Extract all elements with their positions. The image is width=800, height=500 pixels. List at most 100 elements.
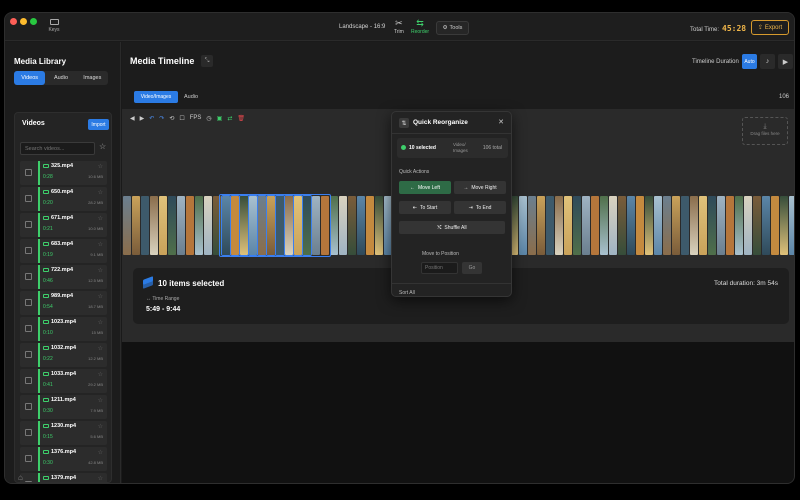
favorite-star-icon[interactable]: ☆: [98, 189, 103, 196]
favorite-star-icon[interactable]: ☆: [98, 319, 103, 326]
timeline-thumbnail[interactable]: [366, 196, 374, 255]
timeline-thumbnail[interactable]: [663, 196, 671, 255]
shuffle-all-button[interactable]: ⤭ Shuffle All: [399, 221, 505, 234]
timeline-thumbnail[interactable]: [699, 196, 707, 255]
timeline-thumbnail[interactable]: [168, 196, 176, 255]
timeline-thumbnail[interactable]: [708, 196, 716, 255]
trim-button[interactable]: ✂ Trim: [394, 19, 404, 36]
select-checkbox[interactable]: [25, 325, 32, 332]
auto-duration-button[interactable]: Auto: [742, 54, 757, 69]
video-list-item[interactable]: 1023.mp4 0:10 15 MB ☆: [20, 317, 107, 341]
select-checkbox[interactable]: [25, 195, 32, 202]
position-input[interactable]: [421, 262, 458, 274]
video-list-item[interactable]: 1032.mp4 0:22 12.2 MB ☆: [20, 343, 107, 367]
timeline-thumbnail[interactable]: [609, 196, 617, 255]
zoom-window-button[interactable]: [30, 18, 37, 25]
timeline-thumbnail[interactable]: [591, 196, 599, 255]
loop-icon[interactable]: ⟲: [169, 115, 174, 122]
select-checkbox[interactable]: [25, 299, 32, 306]
sort-all-label[interactable]: Sort All: [399, 290, 415, 296]
timeline-thumbnail[interactable]: [681, 196, 689, 255]
select-checkbox-icon[interactable]: ☐: [179, 115, 184, 122]
timeline-thumbnail[interactable]: [780, 196, 788, 255]
select-checkbox[interactable]: [25, 247, 32, 254]
timeline-thumbnail[interactable]: [195, 196, 203, 255]
timeline-thumbnail[interactable]: [753, 196, 761, 255]
select-checkbox[interactable]: [25, 429, 32, 436]
fps-label[interactable]: FPS: [190, 115, 202, 121]
favorite-star-icon[interactable]: ☆: [98, 267, 103, 274]
favorite-star-icon[interactable]: ☆: [98, 293, 103, 300]
to-start-button[interactable]: ⇤ To Start: [399, 201, 451, 214]
favorite-star-icon[interactable]: ☆: [98, 449, 103, 456]
favorite-star-icon[interactable]: ☆: [98, 241, 103, 248]
tab-audio[interactable]: Audio: [45, 71, 76, 85]
previous-icon[interactable]: ◀: [130, 115, 135, 122]
timeline-thumbnail[interactable]: [789, 196, 794, 255]
music-note-icon[interactable]: ♪: [760, 54, 775, 69]
timeline-thumbnail[interactable]: [735, 196, 743, 255]
timeline-thumbnail[interactable]: [564, 196, 572, 255]
timeline-thumbnail[interactable]: [348, 196, 356, 255]
move-left-button[interactable]: ← Move Left: [399, 181, 451, 194]
select-checkbox[interactable]: [25, 403, 32, 410]
favorite-star-icon[interactable]: ☆: [98, 475, 103, 482]
select-checkbox[interactable]: [25, 221, 32, 228]
timeline-thumbnail[interactable]: [762, 196, 770, 255]
tab-audio-track[interactable]: Audio: [184, 91, 198, 103]
timeline-thumbnail[interactable]: [726, 196, 734, 255]
favorite-star-icon[interactable]: ☆: [98, 163, 103, 170]
timeline-thumbnail[interactable]: [141, 196, 149, 255]
timeline-thumbnail[interactable]: [375, 196, 383, 255]
timeline-thumbnail[interactable]: [645, 196, 653, 255]
timeline-thumbnail[interactable]: [177, 196, 185, 255]
video-list-item[interactable]: 722.mp4 0:46 12.5 MB ☆: [20, 265, 107, 289]
close-icon[interactable]: ✕: [498, 118, 504, 126]
undo-icon[interactable]: ↶: [149, 115, 154, 122]
favorite-star-icon[interactable]: ☆: [98, 371, 103, 378]
search-input[interactable]: [20, 142, 95, 155]
move-right-button[interactable]: → Move Right: [454, 181, 506, 194]
timeline-thumbnail[interactable]: [204, 196, 212, 255]
video-list-item[interactable]: 650.mp4 0:20 28.2 MB ☆: [20, 187, 107, 211]
video-list-item[interactable]: 683.mp4 0:19 9.1 MB ☆: [20, 239, 107, 263]
tab-video-images[interactable]: Video/Images: [134, 91, 178, 103]
tools-button[interactable]: ⚙ Tools: [436, 21, 469, 35]
timeline-thumbnail[interactable]: [123, 196, 131, 255]
timeline-thumbnail[interactable]: [618, 196, 626, 255]
home-icon[interactable]: ⌂: [18, 473, 23, 482]
collapse-icon[interactable]: ⤡: [201, 55, 213, 67]
favorite-star-icon[interactable]: ☆: [98, 423, 103, 430]
to-end-button[interactable]: ⇥ To End: [454, 201, 506, 214]
video-list-item[interactable]: 1379.mp40:097.2 MB☆: [20, 473, 107, 482]
favorite-star-icon[interactable]: ☆: [98, 397, 103, 404]
timeline-thumbnail[interactable]: [627, 196, 635, 255]
video-list-item[interactable]: 1211.mp4 0:30 7.9 MB ☆: [20, 395, 107, 419]
timeline-thumbnail[interactable]: [654, 196, 662, 255]
trash-icon[interactable]: 🗑: [237, 115, 245, 122]
timeline-thumbnail[interactable]: [573, 196, 581, 255]
export-button[interactable]: ⇪ Export: [751, 20, 789, 35]
image-icon[interactable]: ▣: [217, 115, 223, 122]
timeline-thumbnail[interactable]: [717, 196, 725, 255]
play-icon[interactable]: ▶: [140, 115, 145, 122]
timeline-thumbnail[interactable]: [546, 196, 554, 255]
favorite-star-icon[interactable]: ☆: [98, 345, 103, 352]
timeline-thumbnail[interactable]: [357, 196, 365, 255]
swap-icon[interactable]: ⇄: [227, 115, 232, 122]
import-button[interactable]: Import: [88, 119, 109, 130]
timeline-thumbnail[interactable]: [339, 196, 347, 255]
timeline-thumbnail[interactable]: [519, 196, 527, 255]
favorite-star-icon[interactable]: ☆: [98, 215, 103, 222]
timeline-thumbnail[interactable]: [186, 196, 194, 255]
timeline-thumbnail[interactable]: [330, 196, 338, 255]
timeline-thumbnail[interactable]: [528, 196, 536, 255]
select-checkbox[interactable]: [25, 377, 32, 384]
timeline-thumbnail[interactable]: [600, 196, 608, 255]
timeline-thumbnail[interactable]: [150, 196, 158, 255]
select-checkbox[interactable]: [25, 273, 32, 280]
timeline-thumbnail[interactable]: [672, 196, 680, 255]
video-list-item[interactable]: 1376.mp4 0:30 42.8 MB ☆: [20, 447, 107, 471]
video-list-item[interactable]: 1230.mp4 0:15 5.6 MB ☆: [20, 421, 107, 445]
select-checkbox[interactable]: [25, 351, 32, 358]
